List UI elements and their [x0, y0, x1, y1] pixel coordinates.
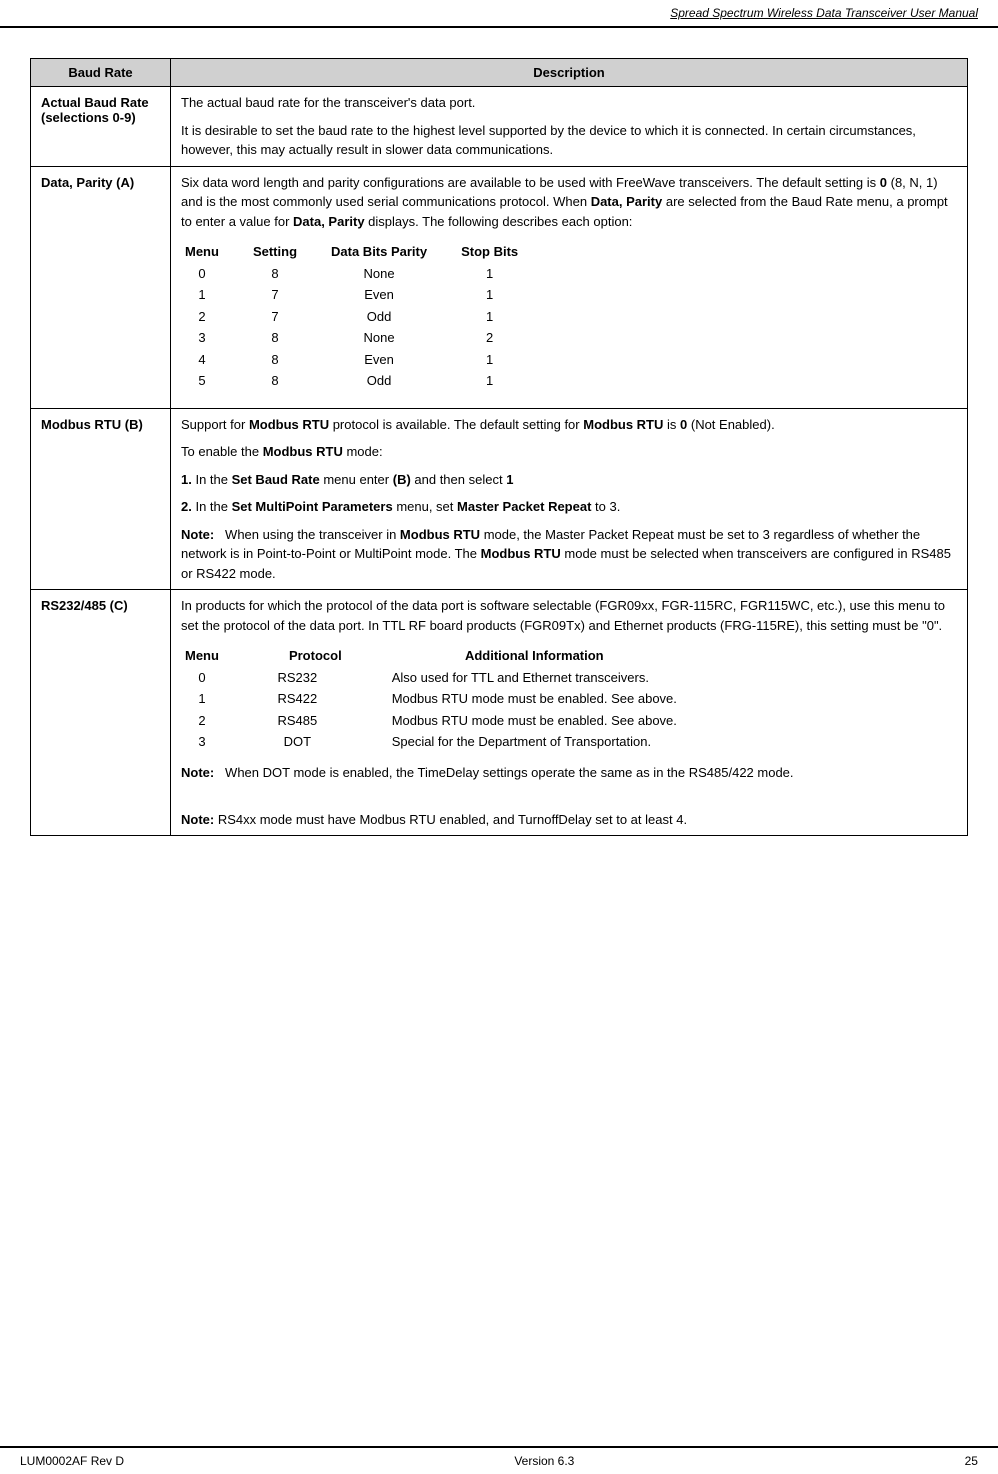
label-actual-baud: Actual Baud Rate (selections 0-9): [31, 87, 171, 167]
col-header-description: Description: [171, 59, 968, 87]
rs232-info-3: Special for the Department of Transporta…: [372, 731, 707, 753]
actual-baud-p2: It is desirable to set the baud rate to …: [181, 121, 957, 160]
label-data-parity: Data, Parity (A): [31, 166, 171, 408]
parity-row-1: 1 7 Even 1: [181, 284, 548, 306]
parity-setting-0: 8: [249, 263, 327, 285]
parity-menu-0: 0: [181, 263, 249, 285]
rs232-menu-1: 1: [181, 688, 249, 710]
desc-data-parity: Six data word length and parity configur…: [171, 166, 968, 408]
inner-col-menu: Menu: [181, 241, 249, 263]
desc-actual-baud: The actual baud rate for the transceiver…: [171, 87, 968, 167]
parity-row-0: 0 8 None 1: [181, 263, 548, 285]
label-rs232-485: RS232/485 (C): [31, 590, 171, 836]
table-row-modbus-rtu: Modbus RTU (B) Support for Modbus RTU pr…: [31, 408, 968, 590]
header-title: Spread Spectrum Wireless Data Transceive…: [670, 6, 978, 20]
parity-stopbits-0: 1: [457, 263, 548, 285]
desc-modbus-rtu: Support for Modbus RTU protocol is avail…: [171, 408, 968, 590]
modbus-p4: 2. In the Set MultiPoint Parameters menu…: [181, 497, 957, 517]
rs232-proto-2: RS485: [249, 710, 372, 732]
parity-row-5: 5 8 Odd 1: [181, 370, 548, 392]
rs232-p1: In products for which the protocol of th…: [181, 596, 957, 635]
parity-setting-2: 7: [249, 306, 327, 328]
parity-menu-2: 2: [181, 306, 249, 328]
page-footer: LUM0002AF Rev D Version 6.3 25: [0, 1446, 998, 1474]
table-row-rs232-485: RS232/485 (C) In products for which the …: [31, 590, 968, 836]
parity-row-4: 4 8 Even 1: [181, 349, 548, 371]
rs232-col-menu: Menu: [181, 645, 249, 667]
parity-setting-5: 8: [249, 370, 327, 392]
rs232-col-info: Additional Information: [372, 645, 707, 667]
parity-databits-2: Odd: [327, 306, 457, 328]
main-content: Baud Rate Description Actual Baud Rate (…: [0, 28, 998, 896]
footer-left: LUM0002AF Rev D: [20, 1454, 124, 1468]
parity-stopbits-5: 1: [457, 370, 548, 392]
parity-row-3: 3 8 None 2: [181, 327, 548, 349]
rs232-inner-table: Menu Protocol Additional Information 0 R…: [181, 645, 707, 753]
baud-rate-table: Baud Rate Description Actual Baud Rate (…: [30, 58, 968, 836]
rs232-row-1: 1 RS422 Modbus RTU mode must be enabled.…: [181, 688, 707, 710]
rs232-menu-0: 0: [181, 667, 249, 689]
parity-stopbits-3: 2: [457, 327, 548, 349]
parity-setting-1: 7: [249, 284, 327, 306]
rs232-proto-0: RS232: [249, 667, 372, 689]
actual-baud-p1: The actual baud rate for the transceiver…: [181, 93, 957, 113]
col-header-baud-rate: Baud Rate: [31, 59, 171, 87]
rs232-proto-3: DOT: [249, 731, 372, 753]
footer-right: 25: [965, 1454, 978, 1468]
modbus-p3: 1. In the Set Baud Rate menu enter (B) a…: [181, 470, 957, 490]
rs232-menu-2: 2: [181, 710, 249, 732]
inner-col-setting: Setting: [249, 241, 327, 263]
parity-menu-3: 3: [181, 327, 249, 349]
parity-stopbits-2: 1: [457, 306, 548, 328]
parity-menu-1: 1: [181, 284, 249, 306]
rs232-row-0: 0 RS232 Also used for TTL and Ethernet t…: [181, 667, 707, 689]
parity-row-2: 2 7 Odd 1: [181, 306, 548, 328]
table-row-actual-baud: Actual Baud Rate (selections 0-9) The ac…: [31, 87, 968, 167]
page-header: Spread Spectrum Wireless Data Transceive…: [0, 0, 998, 28]
parity-databits-0: None: [327, 263, 457, 285]
rs232-note1: Note: When DOT mode is enabled, the Time…: [181, 763, 957, 783]
rs232-info-2: Modbus RTU mode must be enabled. See abo…: [372, 710, 707, 732]
modbus-note: Note: When using the transceiver in Modb…: [181, 525, 957, 584]
label-modbus-rtu: Modbus RTU (B): [31, 408, 171, 590]
inner-col-databits: Data Bits Parity: [327, 241, 457, 263]
modbus-p2: To enable the Modbus RTU mode:: [181, 442, 957, 462]
rs232-menu-3: 3: [181, 731, 249, 753]
parity-setting-4: 8: [249, 349, 327, 371]
desc-rs232-485: In products for which the protocol of th…: [171, 590, 968, 836]
rs232-info-0: Also used for TTL and Ethernet transceiv…: [372, 667, 707, 689]
data-parity-inner-table: Menu Setting Data Bits Parity Stop Bits …: [181, 241, 548, 392]
parity-databits-3: None: [327, 327, 457, 349]
parity-stopbits-4: 1: [457, 349, 548, 371]
rs232-info-1: Modbus RTU mode must be enabled. See abo…: [372, 688, 707, 710]
parity-setting-3: 8: [249, 327, 327, 349]
parity-databits-4: Even: [327, 349, 457, 371]
parity-databits-1: Even: [327, 284, 457, 306]
rs232-row-2: 2 RS485 Modbus RTU mode must be enabled.…: [181, 710, 707, 732]
rs232-row-3: 3 DOT Special for the Department of Tran…: [181, 731, 707, 753]
modbus-p1: Support for Modbus RTU protocol is avail…: [181, 415, 957, 435]
parity-stopbits-1: 1: [457, 284, 548, 306]
rs232-proto-1: RS422: [249, 688, 372, 710]
table-row-data-parity: Data, Parity (A) Six data word length an…: [31, 166, 968, 408]
inner-col-stopbits: Stop Bits: [457, 241, 548, 263]
parity-databits-5: Odd: [327, 370, 457, 392]
rs232-note2: Note: RS4xx mode must have Modbus RTU en…: [181, 810, 957, 830]
parity-menu-4: 4: [181, 349, 249, 371]
data-parity-p1: Six data word length and parity configur…: [181, 173, 957, 232]
parity-menu-5: 5: [181, 370, 249, 392]
footer-center: Version 6.3: [514, 1454, 574, 1468]
rs232-col-protocol: Protocol: [249, 645, 372, 667]
